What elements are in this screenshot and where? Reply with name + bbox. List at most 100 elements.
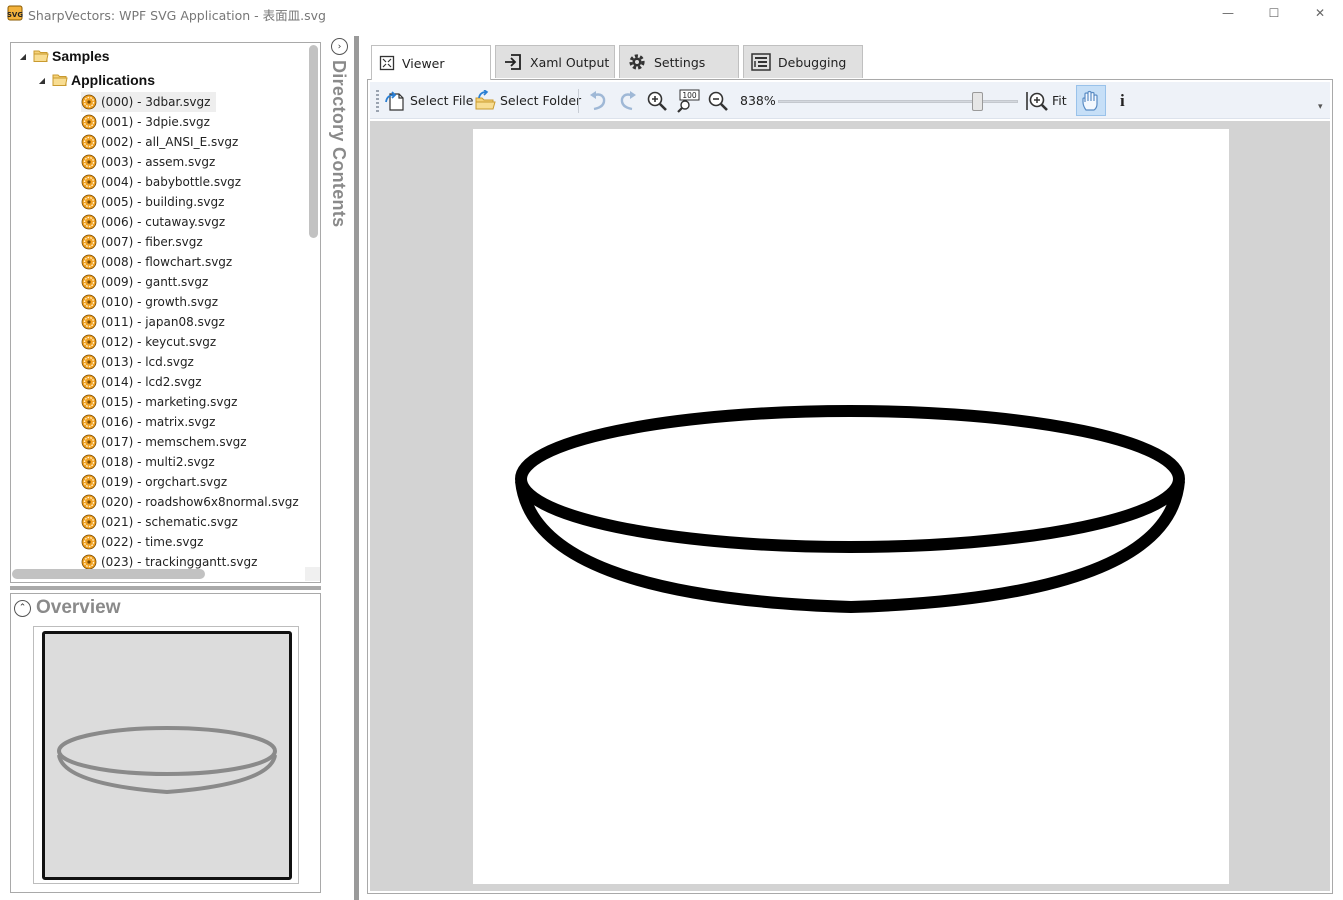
directory-contents-label: Directory Contents	[329, 60, 349, 228]
file-item[interactable]: (007) - fiber.svgz	[81, 232, 203, 252]
file-item[interactable]: (004) - babybottle.svgz	[81, 172, 241, 192]
svg-file-icon	[81, 294, 97, 310]
svg-file-icon	[81, 274, 97, 290]
file-item[interactable]: (006) - cutaway.svgz	[81, 212, 225, 232]
file-item[interactable]: (000) - 3dbar.svgz	[81, 92, 216, 112]
zoom-in-button[interactable]	[646, 82, 668, 119]
svg-file-icon	[81, 534, 97, 550]
tree-vertical-scroll-thumb[interactable]	[309, 45, 318, 238]
tree-node-applications[interactable]: ◢ Applications	[36, 70, 155, 90]
undo-button[interactable]	[586, 82, 610, 119]
collapse-overview-button[interactable]: ⌃	[14, 599, 31, 617]
select-folder-label: Select Folder	[500, 93, 582, 108]
svg-file-icon	[81, 154, 97, 170]
file-item[interactable]: (019) - orgchart.svgz	[81, 472, 227, 492]
tab-viewer[interactable]: Viewer	[371, 45, 491, 80]
overview-canvas[interactable]	[42, 631, 292, 880]
svg-file-icon	[81, 414, 97, 430]
file-item[interactable]: (021) - schematic.svgz	[81, 512, 238, 532]
svg-file-icon	[81, 314, 97, 330]
file-item[interactable]: (016) - matrix.svgz	[81, 412, 215, 432]
svg-file-icon	[81, 194, 97, 210]
folder-open-icon	[33, 50, 49, 62]
file-item[interactable]: (012) - keycut.svgz	[81, 332, 216, 352]
overview-title: Overview	[36, 597, 121, 618]
zoom-fit-label: Fit	[1052, 93, 1067, 108]
select-file-button[interactable]: Select File	[384, 82, 473, 119]
tree-node-samples[interactable]: ◢ Samples	[17, 46, 110, 66]
tab-xaml-output-label: Xaml Output	[530, 54, 610, 70]
file-item-label: (010) - growth.svgz	[101, 295, 219, 309]
file-item[interactable]: (005) - building.svgz	[81, 192, 224, 212]
file-item[interactable]: (022) - time.svgz	[81, 532, 203, 552]
tab-viewer-label: Viewer	[402, 55, 445, 71]
collapse-arrow-icon[interactable]: ◢	[17, 50, 29, 62]
maximize-button[interactable]: ☐	[1251, 0, 1297, 26]
app-window: SVG SharpVectors: WPF SVG Application - …	[0, 0, 1343, 900]
maximize-icon: ☐	[1268, 6, 1280, 20]
file-item-label: (013) - lcd.svgz	[101, 355, 194, 369]
svg-viewport[interactable]	[370, 121, 1330, 891]
file-item-label: (007) - fiber.svgz	[101, 235, 203, 249]
select-file-icon	[385, 90, 404, 111]
gear-icon	[629, 54, 645, 70]
collapse-arrow-icon[interactable]: ◢	[36, 74, 48, 86]
tab-settings[interactable]: Settings	[619, 45, 739, 78]
info-button[interactable]: i	[1120, 82, 1125, 119]
select-folder-icon	[475, 89, 496, 109]
pan-tool-button[interactable]	[1076, 85, 1106, 116]
file-item-label: (019) - orgchart.svgz	[101, 475, 228, 489]
file-item-label: (023) - trackinggantt.svgz	[101, 555, 258, 569]
directory-contents-bar[interactable]: › Directory Contents	[326, 34, 350, 900]
file-item[interactable]: (002) - all_ANSI_E.svgz	[81, 132, 238, 152]
svg-file-icon	[81, 394, 97, 410]
file-item[interactable]: (009) - gantt.svgz	[81, 272, 208, 292]
file-item[interactable]: (001) - 3dpie.svgz	[81, 112, 210, 132]
tab-debugging[interactable]: Debugging	[743, 45, 863, 78]
file-item-label: (006) - cutaway.svgz	[101, 215, 226, 229]
main-splitter[interactable]	[354, 36, 359, 900]
toolbar-overflow-button[interactable]: ▾	[1318, 88, 1323, 125]
toggle-directory-button[interactable]: ›	[331, 38, 348, 55]
zoom-100-button[interactable]: 100	[676, 82, 700, 119]
close-button[interactable]: ✕	[1297, 0, 1343, 26]
file-item[interactable]: (008) - flowchart.svgz	[81, 252, 232, 272]
overview-frame	[33, 626, 299, 884]
file-item-label: (016) - matrix.svgz	[101, 415, 216, 429]
file-item[interactable]: (017) - memschem.svgz	[81, 432, 247, 452]
xaml-output-icon	[505, 54, 521, 70]
zoom-out-icon	[708, 91, 728, 111]
file-item[interactable]: (018) - multi2.svgz	[81, 452, 215, 472]
file-item-label: (017) - memschem.svgz	[101, 435, 247, 449]
file-item[interactable]: (010) - growth.svgz	[81, 292, 218, 312]
zoom-fit-button[interactable]: Fit	[1026, 82, 1067, 119]
file-item[interactable]: (020) - roadshow6x8normal.svgz	[81, 492, 299, 512]
debugging-icon	[751, 53, 771, 71]
toolbar-grip[interactable]	[376, 90, 379, 112]
file-item[interactable]: (011) - japan08.svgz	[81, 312, 225, 332]
file-item[interactable]: (014) - lcd2.svgz	[81, 372, 202, 392]
svg-file-icon	[81, 174, 97, 190]
tree-overview-splitter[interactable]	[10, 586, 321, 590]
zoom-out-button[interactable]	[707, 82, 729, 119]
svg-file-icon	[81, 254, 97, 270]
undo-icon	[590, 90, 606, 110]
samples-tree[interactable]: ◢ Samples ◢ Applications (000) - 3dbar.s…	[10, 42, 321, 583]
file-item[interactable]: (003) - assem.svgz	[81, 152, 215, 172]
file-item-label: (022) - time.svgz	[101, 535, 204, 549]
zoom-slider-thumb[interactable]	[972, 92, 983, 111]
select-file-label: Select File	[410, 93, 474, 108]
file-item[interactable]: (015) - marketing.svgz	[81, 392, 237, 412]
info-icon: i	[1120, 90, 1125, 110]
svg-file-icon	[81, 434, 97, 450]
zoom-level-value: 838%	[740, 93, 776, 108]
select-folder-button[interactable]: Select Folder	[474, 82, 581, 119]
file-item[interactable]: (013) - lcd.svgz	[81, 352, 194, 372]
zoom-in-icon	[647, 91, 667, 111]
tree-horizontal-scroll-thumb[interactable]	[12, 569, 205, 579]
minimize-button[interactable]: —	[1205, 0, 1251, 26]
redo-button[interactable]	[616, 82, 640, 119]
svg-file-icon	[81, 494, 97, 510]
zoom-100-text: 100	[682, 91, 697, 100]
tab-xaml-output[interactable]: Xaml Output	[495, 45, 615, 78]
